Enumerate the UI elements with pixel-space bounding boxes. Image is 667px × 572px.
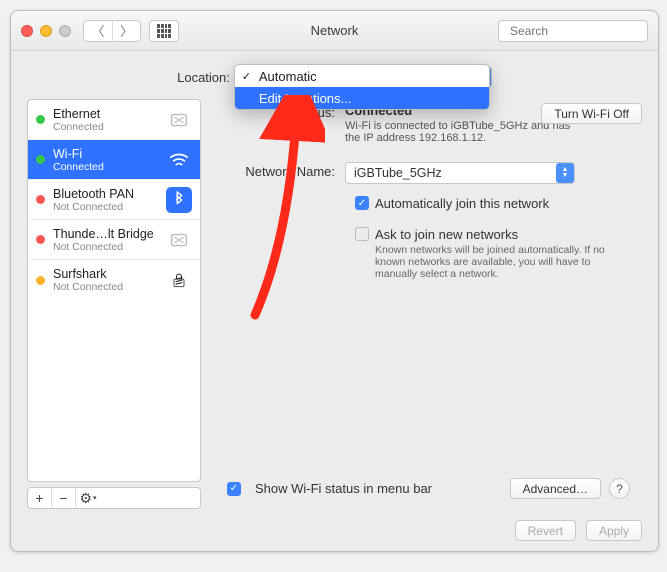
- wifi-icon: [166, 147, 192, 173]
- back-button[interactable]: 〈: [84, 21, 112, 41]
- service-actions-button[interactable]: ⚙︎▾: [76, 488, 100, 508]
- status-dot: [36, 195, 45, 204]
- service-item-ethernet[interactable]: Ethernet Connected: [28, 100, 200, 140]
- service-status: Connected: [53, 121, 158, 133]
- location-option-automatic[interactable]: ✓ Automatic: [235, 65, 489, 87]
- status-dot: [36, 115, 45, 124]
- close-window-button[interactable]: [21, 25, 33, 37]
- service-item-thunderbolt[interactable]: Thunde…lt Bridge Not Connected: [28, 220, 200, 260]
- bluetooth-icon: [166, 187, 192, 213]
- wifi-toggle-button[interactable]: Turn Wi-Fi Off: [541, 103, 642, 124]
- check-icon: ✓: [242, 70, 251, 83]
- search-input[interactable]: [510, 24, 665, 38]
- vpn-icon: [166, 267, 192, 293]
- service-name: Ethernet: [53, 107, 158, 121]
- network-name-value: iGBTube_5GHz: [354, 166, 442, 180]
- revert-button[interactable]: Revert: [515, 520, 576, 541]
- service-item-surfshark[interactable]: Surfshark Not Connected: [28, 260, 200, 300]
- window-title: Network: [311, 23, 359, 38]
- zoom-window-button[interactable]: [59, 25, 71, 37]
- ethernet-icon: [166, 107, 192, 133]
- service-name: Bluetooth PAN: [53, 187, 158, 201]
- ask-join-label: Ask to join new networks: [375, 227, 605, 242]
- location-option-label: Automatic: [259, 69, 317, 84]
- service-status: Connected: [53, 161, 158, 173]
- ask-join-row: Ask to join new networks Known networks …: [355, 227, 642, 280]
- service-name: Wi-Fi: [53, 147, 158, 161]
- service-item-bluetooth[interactable]: Bluetooth PAN Not Connected: [28, 180, 200, 220]
- ask-join-checkbox[interactable]: [355, 227, 369, 241]
- network-name-label: Network Name:: [215, 162, 345, 184]
- location-label: Location:: [177, 70, 230, 85]
- service-name: Thunde…lt Bridge: [53, 227, 158, 241]
- sidebar-wrap: Ethernet Connected Wi-Fi Connected: [27, 99, 201, 509]
- search-field[interactable]: [498, 20, 648, 42]
- location-option-label: Edit Locations...: [259, 91, 352, 106]
- footer-buttons: Revert Apply: [515, 520, 642, 541]
- status-dot: [36, 155, 45, 164]
- network-name-row: Network Name: iGBTube_5GHz ▲▼: [215, 162, 642, 184]
- preferences-window: 〈 〉 Network Location: ▲▼: [10, 10, 659, 552]
- status-dot: [36, 276, 45, 285]
- status-dot: [36, 235, 45, 244]
- show-status-label: Show Wi-Fi status in menu bar: [255, 481, 432, 496]
- service-status: Not Connected: [53, 281, 158, 293]
- sidebar-tools: + − ⚙︎▾: [27, 487, 201, 509]
- location-popup[interactable]: ▲▼ ✓ Automatic Edit Locations...: [238, 66, 492, 88]
- auto-join-row: ✓ Automatically join this network: [355, 196, 642, 211]
- remove-service-button[interactable]: −: [52, 488, 76, 508]
- service-list[interactable]: Ethernet Connected Wi-Fi Connected: [27, 99, 201, 482]
- minimize-window-button[interactable]: [40, 25, 52, 37]
- detail-pane: Turn Wi-Fi Off Status: Connected Wi-Fi i…: [215, 99, 642, 509]
- main-row: Ethernet Connected Wi-Fi Connected: [27, 99, 642, 509]
- show-all-button[interactable]: [149, 20, 179, 42]
- nav-buttons: 〈 〉: [83, 20, 141, 42]
- apply-button[interactable]: Apply: [586, 520, 642, 541]
- location-dropdown: ✓ Automatic Edit Locations...: [234, 64, 490, 110]
- updown-icon: ▲▼: [556, 163, 574, 183]
- service-item-wifi[interactable]: Wi-Fi Connected: [28, 140, 200, 180]
- location-row: Location: ▲▼ ✓ Automatic Edit Locations.…: [27, 65, 642, 89]
- auto-join-label: Automatically join this network: [375, 196, 549, 211]
- network-name-select[interactable]: iGBTube_5GHz ▲▼: [345, 162, 575, 184]
- service-status: Not Connected: [53, 241, 158, 253]
- grid-icon: [157, 24, 171, 38]
- auto-join-checkbox[interactable]: ✓: [355, 196, 369, 210]
- service-status: Not Connected: [53, 201, 158, 213]
- content-area: Location: ▲▼ ✓ Automatic Edit Locations.…: [11, 51, 658, 551]
- thunderbolt-icon: [166, 227, 192, 253]
- show-status-checkbox[interactable]: ✓: [227, 482, 241, 496]
- add-service-button[interactable]: +: [28, 488, 52, 508]
- pane-bottom-bar: ✓ Show Wi-Fi status in menu bar Advanced…: [215, 468, 642, 509]
- advanced-button[interactable]: Advanced…: [510, 478, 601, 499]
- help-button[interactable]: ?: [609, 478, 630, 499]
- window-controls: [21, 25, 71, 37]
- ask-join-note: Known networks will be joined automatica…: [375, 244, 605, 280]
- forward-button[interactable]: 〉: [112, 21, 140, 41]
- location-option-edit[interactable]: Edit Locations...: [235, 87, 489, 109]
- service-name: Surfshark: [53, 267, 158, 281]
- titlebar: 〈 〉 Network: [11, 11, 658, 51]
